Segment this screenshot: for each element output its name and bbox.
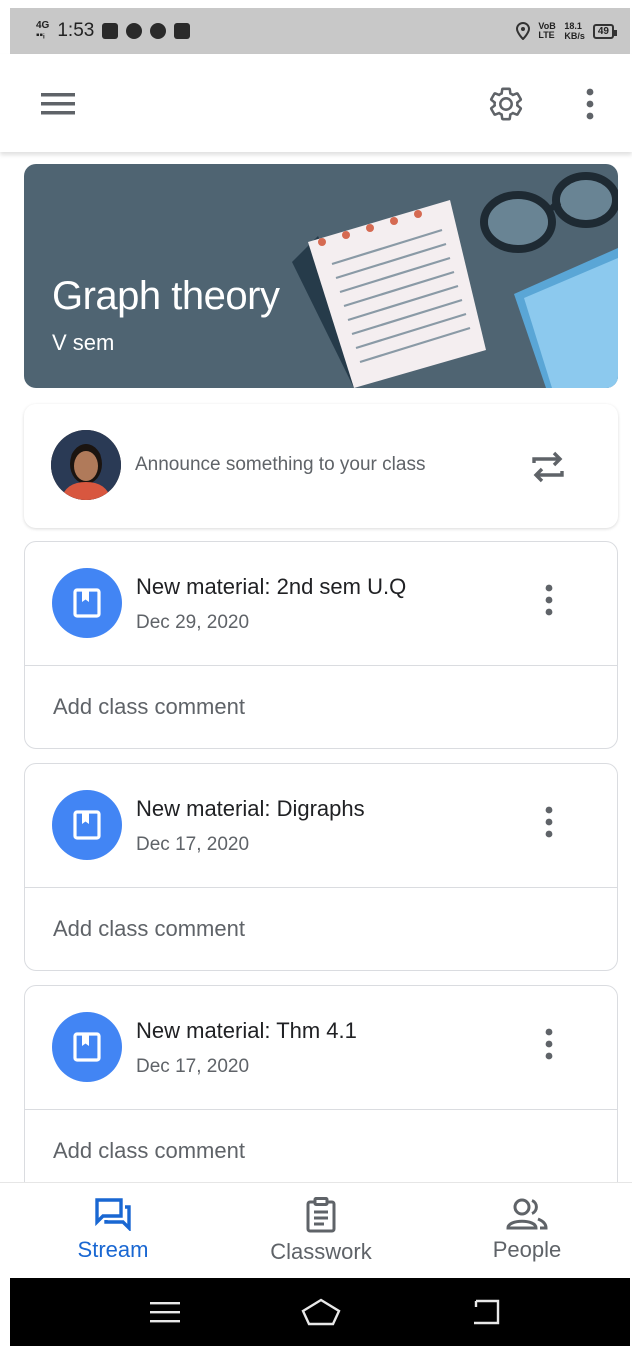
bottom-navigation: Stream Classwork People (0, 1182, 632, 1278)
post-card[interactable]: New material: Digraphs Dec 17, 2020 Add … (24, 763, 618, 971)
status-bar: 4G ▪▪ᵢ 1:53 VoB LTE 18.1 KB/s 49 (10, 8, 630, 54)
post-card[interactable]: New material: Thm 4.1 Dec 17, 2020 Add c… (24, 985, 618, 1182)
post-title[interactable]: New material: Thm 4.1 (136, 1018, 357, 1044)
tab-label: Classwork (270, 1239, 372, 1264)
divider (25, 887, 617, 888)
battery-icon: 49 (592, 23, 618, 39)
stream-feed[interactable]: Graph theory V sem Announce something to… (0, 152, 632, 1182)
announce-input[interactable]: Announce something to your class (135, 454, 425, 476)
home-icon[interactable] (296, 1290, 346, 1334)
screen: 4G ▪▪ᵢ 1:53 VoB LTE 18.1 KB/s 49 Graph t… (0, 0, 632, 1346)
announce-card[interactable]: Announce something to your class (24, 404, 618, 528)
recorder-icon (174, 23, 191, 39)
add-comment-button[interactable]: Add class comment (53, 916, 245, 942)
material-icon (52, 790, 122, 860)
gear-icon[interactable] (484, 82, 528, 126)
avatar (51, 430, 121, 500)
add-comment-button[interactable]: Add class comment (53, 1138, 245, 1164)
divider (25, 665, 617, 666)
class-title: Graph theory (52, 274, 280, 318)
material-icon (52, 568, 122, 638)
post-title[interactable]: New material: Digraphs (136, 796, 365, 822)
app-bar (0, 54, 632, 152)
class-section: V sem (52, 330, 115, 355)
more-vert-icon[interactable] (533, 580, 565, 620)
tab-label: Stream (77, 1237, 149, 1262)
divider (25, 1109, 617, 1110)
more-vert-icon[interactable] (533, 802, 565, 842)
more-vert-icon[interactable] (533, 1024, 565, 1064)
hamburger-menu-icon[interactable] (36, 82, 80, 126)
tab-people[interactable]: People (460, 1183, 594, 1279)
system-navigation-bar (10, 1278, 630, 1346)
add-comment-button[interactable]: Add class comment (53, 694, 245, 720)
class-banner[interactable]: Graph theory V sem (24, 164, 618, 388)
location-icon (516, 22, 531, 40)
post-date: Dec 17, 2020 (136, 1056, 250, 1077)
people-icon (506, 1198, 548, 1230)
post-title[interactable]: New material: 2nd sem U.Q (136, 574, 406, 600)
data-speed-icon: 18.1 KB/s (564, 21, 585, 41)
tab-classwork[interactable]: Classwork (240, 1183, 402, 1279)
status-time: 1:53 (57, 20, 95, 41)
chrome-icon (150, 23, 167, 39)
material-icon (52, 1012, 122, 1082)
menu-icon[interactable] (140, 1292, 190, 1332)
classwork-icon (306, 1197, 336, 1233)
chrome-icon (126, 23, 143, 39)
signal-icon: 4G ▪▪ᵢ (36, 20, 50, 41)
youtube-icon (102, 23, 119, 39)
stream-icon (95, 1198, 131, 1231)
repost-icon[interactable] (526, 445, 570, 489)
tab-label: People (492, 1237, 562, 1262)
post-date: Dec 17, 2020 (136, 834, 250, 855)
volte-icon: VoB LTE (538, 21, 556, 40)
post-card[interactable]: New material: 2nd sem U.Q Dec 29, 2020 A… (24, 541, 618, 749)
tab-stream[interactable]: Stream (40, 1183, 186, 1279)
back-icon[interactable] (460, 1292, 510, 1332)
post-date: Dec 29, 2020 (136, 612, 250, 633)
more-vert-icon[interactable] (568, 82, 612, 126)
